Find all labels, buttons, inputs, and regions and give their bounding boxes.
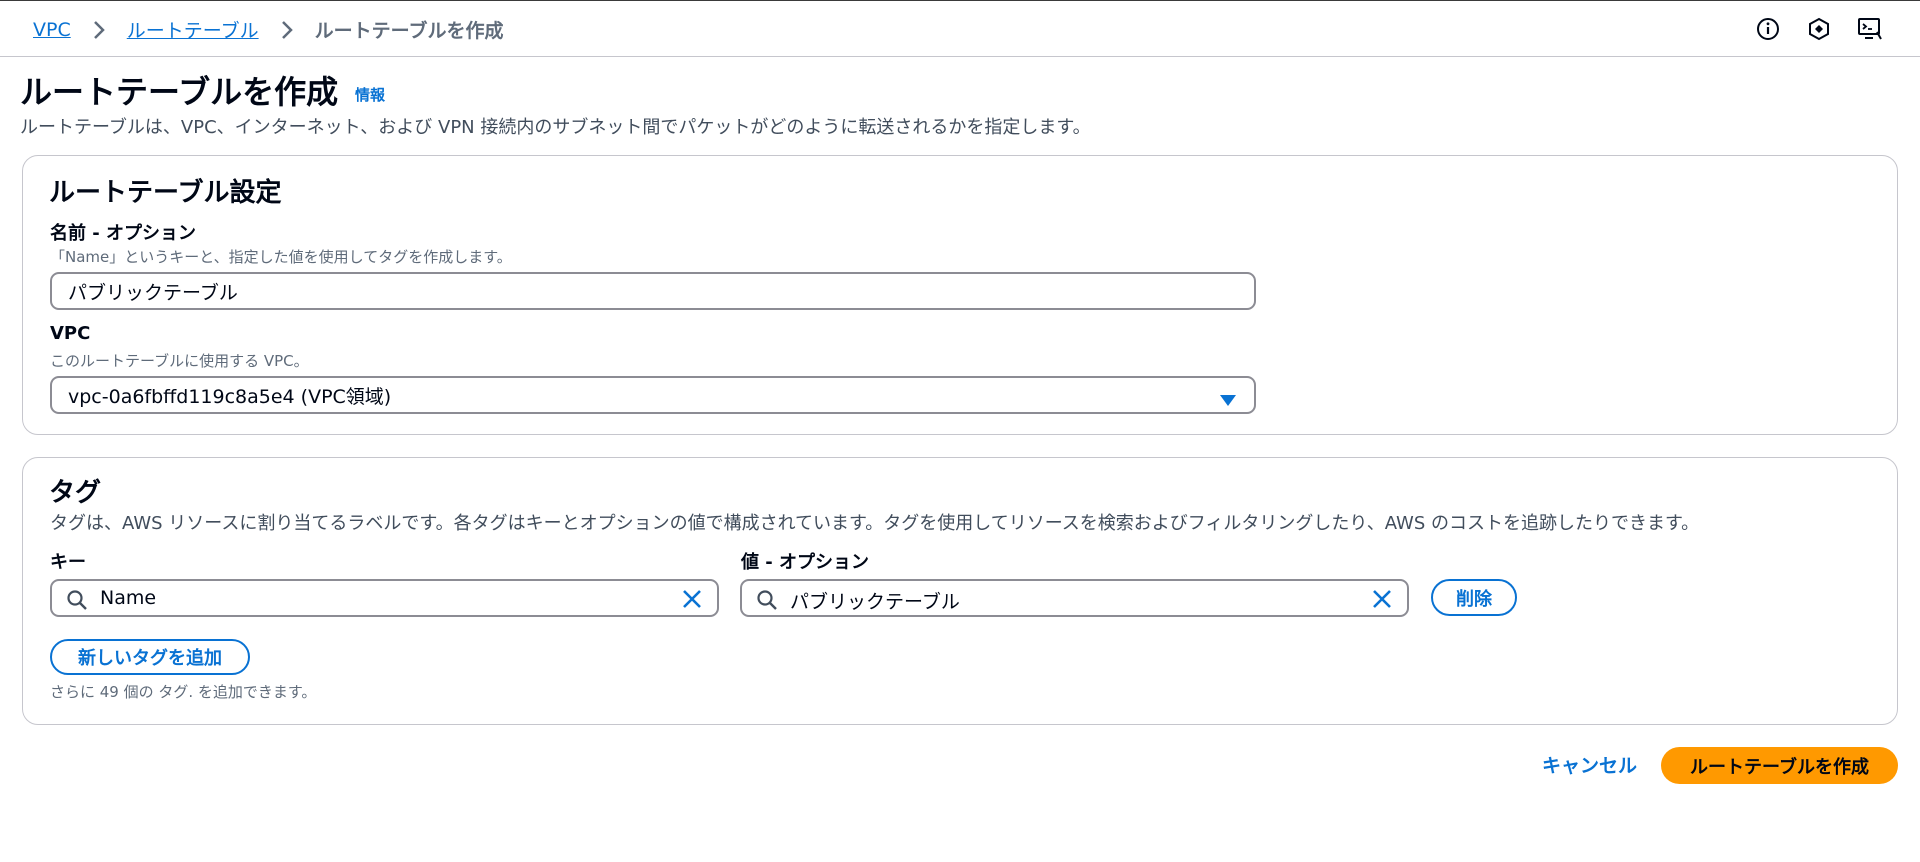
- terminal-screen-icon[interactable]: [1855, 14, 1885, 44]
- tag-key-input[interactable]: Name: [50, 579, 719, 617]
- create-route-table-button[interactable]: ルートテーブルを作成: [1661, 747, 1898, 784]
- clear-icon[interactable]: [1371, 588, 1393, 615]
- name-label: 名前 - オプション: [50, 223, 197, 244]
- page-description: ルートテーブルは、VPC、インターネット、および VPN 接続内のサブネット間で…: [20, 117, 1091, 138]
- add-tag-button[interactable]: 新しいタグを追加: [50, 639, 250, 675]
- tag-value-label: 値 - オプション: [741, 552, 870, 573]
- tags-card: タグ タグは、AWS リソースに割り当てるラベルです。各タグはキーとオプションの…: [22, 457, 1898, 725]
- breadcrumb-current: ルートテーブルを作成: [314, 20, 504, 42]
- vpc-label: VPC: [50, 323, 91, 344]
- info-circle-icon[interactable]: [1753, 14, 1783, 44]
- tags-description: タグは、AWS リソースに割り当てるラベルです。各タグはキーとオプションの値で構…: [50, 513, 1700, 534]
- tag-key-value: Name: [100, 587, 157, 609]
- page-title: ルートテーブルを作成: [20, 73, 339, 111]
- tag-key-label: キー: [50, 552, 86, 573]
- info-link[interactable]: 情報: [355, 84, 385, 105]
- vpc-select-value: vpc-0a6fbffd119c8a5e4 (VPC領域): [68, 385, 392, 408]
- vpc-help-text: このルートテーブルに使用する VPC。: [50, 352, 309, 370]
- tag-limit-note: さらに 49 個の タグ. を追加できます。: [50, 683, 317, 701]
- hexagon-icon[interactable]: [1804, 14, 1834, 44]
- vpc-select[interactable]: vpc-0a6fbffd119c8a5e4 (VPC領域): [50, 376, 1256, 414]
- name-input-value: パブリックテーブル: [68, 281, 238, 304]
- cancel-button[interactable]: キャンセル: [1542, 751, 1637, 778]
- remove-tag-button[interactable]: 削除: [1431, 579, 1517, 616]
- search-icon: [756, 589, 778, 616]
- breadcrumb: VPC ルートテーブル ルートテーブルを作成: [33, 16, 503, 43]
- breadcrumb-link-vpc[interactable]: VPC: [33, 19, 71, 41]
- clear-icon[interactable]: [681, 588, 703, 615]
- settings-title: ルートテーブル設定: [49, 178, 282, 208]
- caret-down-icon: [1220, 390, 1236, 412]
- top-bar: VPC ルートテーブル ルートテーブルを作成: [0, 0, 1920, 57]
- tag-value-input[interactable]: パブリックテーブル: [740, 579, 1409, 617]
- tag-value-value: パブリックテーブル: [790, 591, 960, 613]
- name-help-text: 「Name」というキーと、指定した値を使用してタグを作成します。: [50, 248, 512, 266]
- chevron-right-icon: [272, 18, 302, 42]
- route-table-settings-card: ルートテーブル設定 名前 - オプション 「Name」というキーと、指定した値を…: [22, 155, 1898, 435]
- breadcrumb-link-route-tables[interactable]: ルートテーブル: [127, 16, 259, 43]
- search-icon: [66, 589, 88, 616]
- name-input[interactable]: パブリックテーブル: [50, 272, 1256, 310]
- tags-title: タグ: [49, 478, 102, 508]
- chevron-right-icon: [84, 18, 114, 42]
